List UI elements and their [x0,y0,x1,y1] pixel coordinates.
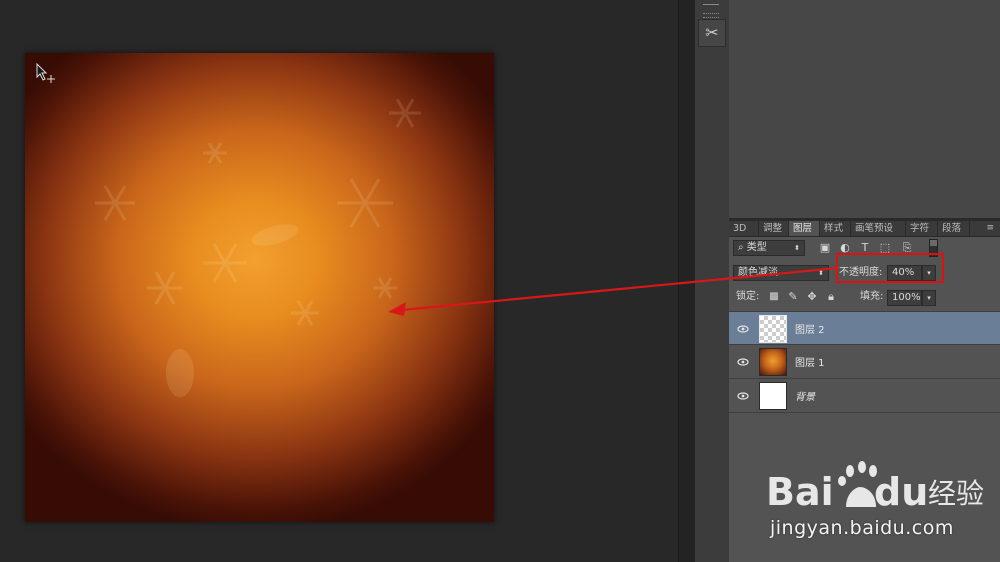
layer-thumbnail[interactable] [759,382,787,410]
upper-panel-area [729,0,1000,218]
layer-row-layer-1[interactable]: 图层 1 [729,345,1000,379]
panel-menu-icon[interactable]: ≡ [986,223,994,233]
baidu-logo-text: Bai [766,470,834,514]
panel-collapse-handle[interactable] [703,0,719,5]
fill-input[interactable]: 100% [887,290,922,306]
tab-3d[interactable]: 3D [729,221,759,236]
chevron-down-icon: ⬍ [794,244,800,252]
image-filter-icon[interactable]: ▣ [819,242,831,254]
svg-text:经验: 经验 [928,477,984,510]
layer-row-background[interactable]: 背景 [729,379,1000,413]
tab-layers[interactable]: 图层 [789,221,820,236]
fill-dropdown-button[interactable]: ▾ [922,290,936,306]
opacity-highlight-box [836,253,944,283]
search-icon: ⌕ [738,242,744,253]
layer-name[interactable]: 背景 [795,388,815,403]
layer-name[interactable]: 图层 1 [795,354,825,369]
eye-icon[interactable] [737,390,749,402]
tab-character[interactable]: 字符 [906,221,938,236]
annotation-arrow [388,266,839,316]
tools-icon[interactable]: ✂ [698,19,726,47]
layer-filter-select[interactable]: ⌕ 类型 ⬍ [733,240,805,256]
tab-paragraph[interactable]: 段落 [938,221,970,236]
eye-icon[interactable] [737,356,749,368]
panel-grip[interactable] [703,13,719,18]
watermark-url: jingyan.baidu.com [770,517,954,539]
layer-thumbnail[interactable] [759,348,787,376]
tab-styles[interactable]: 样式 [820,221,851,236]
move-cursor-icon [36,63,55,83]
filter-kind-label: 类型 [746,242,767,253]
panel-tab-bar: 3D 调整 图层 样式 画笔预设 字符 段落 ≡ [729,221,1000,237]
svg-text:du: du [874,470,928,514]
tab-adjustments[interactable]: 调整 [759,221,789,236]
tab-brush-presets[interactable]: 画笔预设 [851,221,906,236]
fill-label: 填充: [860,291,884,302]
